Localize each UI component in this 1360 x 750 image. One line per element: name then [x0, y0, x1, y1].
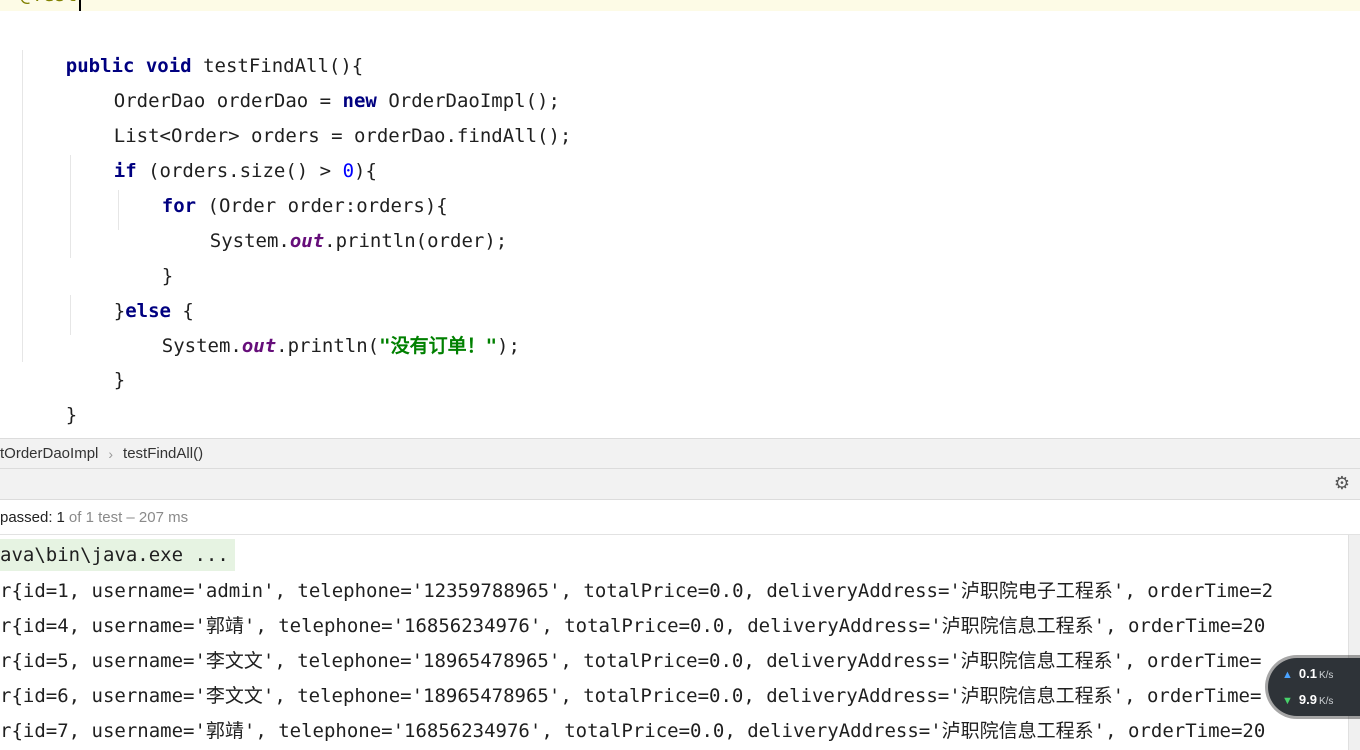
code-line[interactable]: System.out.println("没有订单！");: [116, 294, 520, 357]
code-token: }: [65, 404, 78, 426]
passed-count: 1: [56, 508, 65, 526]
code-token: System.: [161, 335, 242, 357]
breadcrumb-item-method[interactable]: testFindAll(): [123, 445, 203, 462]
code-token: .println(order);: [324, 230, 508, 252]
code-line[interactable]: OrderDao orderDao = new OrderDaoImpl();: [68, 49, 560, 112]
status-summary: of 1 test – 207 ms: [68, 508, 189, 526]
code-line[interactable]: for (Order order:orders){: [116, 154, 448, 217]
download-value: 9.9: [1298, 692, 1317, 707]
console-line: r{id=5, username='李文文', telephone='18965…: [0, 650, 1262, 672]
console-line: r{id=7, username='郭靖', telephone='168562…: [0, 720, 1266, 742]
static-field-token: out: [241, 335, 277, 357]
string-token: "没有订单！": [379, 335, 498, 357]
code-line[interactable]: public void testFindAll(){: [20, 14, 363, 77]
console-line: r{id=6, username='李文文', telephone='18965…: [0, 685, 1262, 707]
console-command-line[interactable]: ava\bin\java.exe ...: [0, 539, 235, 571]
current-line-highlight: @Test: [0, 0, 1360, 11]
arrow-up-icon: ▲: [1282, 669, 1293, 681]
chevron-right-icon: ›: [108, 445, 114, 462]
annotation: @Test: [20, 0, 77, 13]
download-unit: K/s: [1318, 696, 1334, 707]
run-toolbar: ⚙: [0, 469, 1360, 500]
code-line[interactable]: }: [116, 224, 173, 287]
test-status-bar: passed: 1 of 1 test – 207 ms: [0, 500, 1360, 535]
upload-speed: ▲ 0.1 K/s: [1282, 666, 1333, 681]
code-line[interactable]: }else {: [68, 259, 194, 322]
code-token: );: [497, 335, 520, 357]
code-line[interactable]: }: [20, 363, 77, 426]
status-label: passed:: [0, 508, 53, 526]
code-token: .println(: [276, 335, 380, 357]
gear-icon[interactable]: ⚙: [1332, 474, 1352, 494]
static-field-token: out: [289, 230, 325, 252]
code-line[interactable]: }: [68, 328, 125, 391]
code-line[interactable]: System.out.println(order);: [164, 189, 507, 252]
code-token: }: [113, 369, 126, 391]
upload-value: 0.1: [1298, 666, 1317, 681]
breadcrumb-item-class[interactable]: tOrderDaoImpl: [0, 445, 98, 462]
console-line: r{id=4, username='郭靖', telephone='168562…: [0, 615, 1266, 637]
code-editor[interactable]: @Test public void testFindAll(){ OrderDa…: [0, 0, 1360, 438]
text-caret: [79, 0, 81, 11]
console-output[interactable]: ava\bin\java.exe ... r{id=1, username='a…: [0, 535, 1348, 750]
code-line[interactable]: List<Order> orders = orderDao.findAll();: [68, 84, 572, 147]
code-line[interactable]: if (orders.size() > 0){: [68, 119, 377, 182]
upload-unit: K/s: [1318, 670, 1334, 681]
network-speed-widget[interactable]: ▲ 0.1 K/s ▼ 9.9 K/s: [1268, 658, 1360, 716]
console-line: r{id=1, username='admin', telephone='123…: [0, 580, 1274, 602]
breadcrumb: tOrderDaoImpl › testFindAll(): [0, 438, 1360, 469]
arrow-down-icon: ▼: [1282, 695, 1293, 707]
code-token: System.: [209, 230, 290, 252]
console-scrollbar[interactable]: [1348, 535, 1360, 750]
download-speed: ▼ 9.9 K/s: [1282, 692, 1333, 707]
